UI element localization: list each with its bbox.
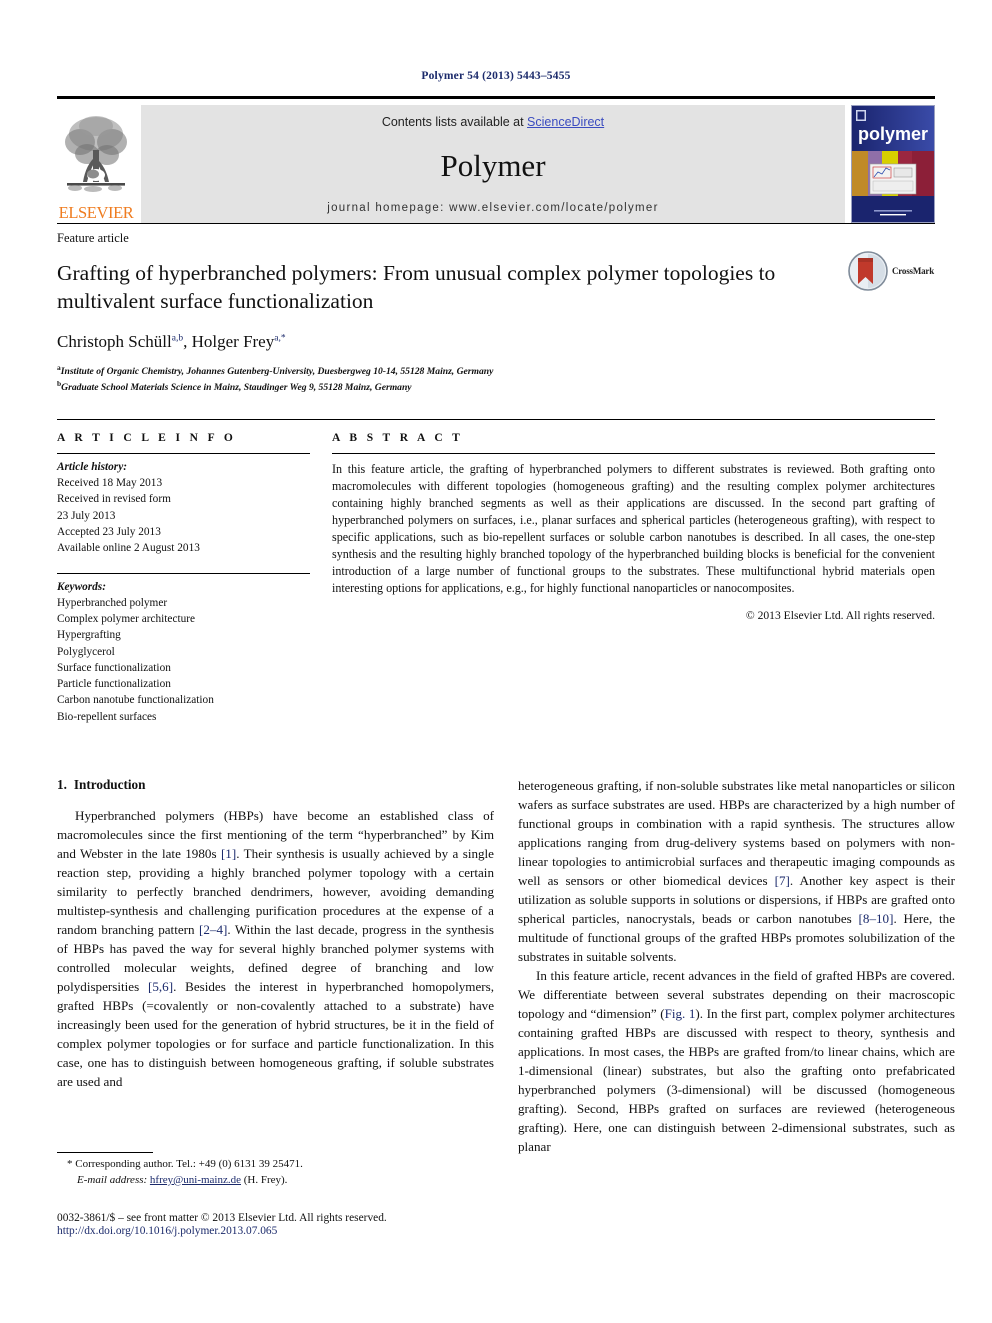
p-text: heterogeneous grafting, if non-soluble s… (518, 777, 955, 888)
email-link[interactable]: hfrey@uni-mainz.de (150, 1174, 241, 1186)
masthead-center-panel: Contents lists available at ScienceDirec… (141, 105, 845, 223)
section-title: Introduction (73, 776, 146, 792)
body-column-right: heterogeneous grafting, if non-soluble s… (518, 777, 955, 1157)
sciencedirect-link[interactable]: ScienceDirect (527, 115, 604, 129)
affiliation-list: aInstitute of Organic Chemistry, Johanne… (57, 363, 935, 395)
keyword-item: Particle functionalization (57, 678, 171, 691)
elsevier-logo: ELSEVIER (57, 105, 135, 223)
body-column-left: 1. Introduction Hyperbranched polymers (H… (57, 777, 494, 1157)
svg-text:polymer: polymer (858, 124, 928, 144)
section-heading-introduction: 1. Introduction (57, 777, 494, 793)
article-history-label: Article history: (57, 460, 127, 473)
p-text: ). In the first part, complex polymer ar… (518, 1005, 955, 1154)
footnote-area: * Corresponding author. Tel.: +49 (0) 61… (57, 1152, 494, 1188)
keywords-block: Keywords: Hyperbranched polymer Complex … (57, 574, 310, 725)
p-text: . Besides the interest in hyperbranched … (57, 978, 495, 1089)
keyword-item: Complex polymer architecture (57, 613, 196, 626)
elsevier-tree-icon (65, 115, 127, 192)
crossmark-label: CrossMark (892, 266, 935, 276)
journal-masthead: ELSEVIER Contents lists available at Sci… (57, 96, 935, 223)
body-section: 1. Introduction Hyperbranched polymers (H… (57, 777, 955, 1157)
email-label: E-mail address: (77, 1173, 148, 1186)
history-item: Received in revised form (57, 493, 171, 506)
journal-homepage-line[interactable]: journal homepage: www.elsevier.com/locat… (327, 202, 659, 214)
abstract-heading: A B S T R A C T (332, 431, 464, 444)
article-info-heading: A R T I C L E I N F O (57, 431, 237, 444)
abstract-copyright: © 2013 Elsevier Ltd. All rights reserved… (745, 609, 935, 623)
article-header: Feature article Grafting of hyperbranche… (57, 223, 935, 395)
journal-article-page: Polymer 54 (2013) 5443–5455 ELSEVIER Con… (0, 0, 992, 1323)
keyword-item: Polyglycerol (57, 645, 115, 658)
citation-ref[interactable]: [1] (221, 846, 236, 861)
section-number: 1. (57, 776, 67, 792)
corresponding-author-note: * Corresponding author. Tel.: +49 (0) 61… (57, 1157, 494, 1188)
journal-cover-thumbnail: polymer (851, 105, 935, 223)
info-abstract-section: A R T I C L E I N F O Article history: R… (57, 418, 935, 725)
affiliation-text-a: Institute of Organic Chemistry, Johannes… (60, 365, 494, 377)
abstract-text: In this feature article, the grafting of… (332, 461, 935, 596)
affiliation-b: bGraduate School Materials Science in Ma… (57, 379, 935, 395)
corresponding-author-line: * Corresponding author. Tel.: +49 (0) 61… (67, 1158, 303, 1170)
citation-ref[interactable]: [5,6] (148, 979, 173, 994)
keywords-label: Keywords: (57, 580, 106, 593)
abstract-column: A B S T R A C T In this feature article,… (332, 432, 935, 725)
article-history-block: Article history: Received 18 May 2013 Re… (57, 454, 310, 557)
article-info-column: A R T I C L E I N F O Article history: R… (57, 432, 310, 725)
citation-ref[interactable]: [7] (775, 873, 790, 888)
footer-area: 0032-3861/$ – see front matter © 2013 El… (57, 1212, 657, 1237)
author-name-2: Holger Frey (191, 331, 275, 351)
author-list: Christoph Schülla,b, Holger Freya,* (57, 331, 286, 351)
doi-link[interactable]: http://dx.doi.org/10.1016/j.polymer.2013… (57, 1225, 657, 1237)
citation-ref[interactable]: [8–10] (859, 911, 894, 926)
figure-ref[interactable]: Fig. 1 (665, 1006, 696, 1021)
crossmark-icon (848, 251, 888, 291)
keyword-item: Hyperbranched polymer (57, 596, 168, 609)
crossmark-badge[interactable]: CrossMark (847, 250, 935, 292)
affiliation-a: aInstitute of Organic Chemistry, Johanne… (57, 363, 935, 379)
page-title: Grafting of hyperbranched polymers: From… (57, 261, 776, 314)
issn-copyright-line: 0032-3861/$ – see front matter © 2013 El… (57, 1212, 387, 1224)
author-affil-marker-2: a,* (274, 333, 286, 344)
author-affil-marker-1: a,b (171, 333, 184, 344)
keyword-item: Carbon nanotube functionalization (57, 694, 214, 707)
elsevier-wordmark: ELSEVIER (58, 202, 134, 222)
history-item: 23 July 2013 (57, 509, 116, 522)
email-line: E-mail address: hfrey@uni-mainz.de (H. F… (57, 1173, 494, 1189)
history-item: Accepted 23 July 2013 (57, 526, 161, 538)
paragraph-intro-left: Hyperbranched polymers (HBPs) have becom… (57, 807, 494, 1092)
running-head: Polymer 54 (2013) 5443–5455 (421, 70, 571, 82)
contents-lists-line: Contents lists available at ScienceDirec… (382, 115, 604, 129)
keyword-item: Hypergrafting (57, 629, 121, 642)
email-suffix: (H. Frey). (241, 1173, 288, 1186)
citation-ref[interactable]: [2–4] (199, 922, 227, 937)
keyword-item: Bio-repellent surfaces (57, 710, 157, 723)
footnote-divider (57, 1152, 153, 1153)
author-name-1: Christoph Schüll (57, 331, 172, 351)
paragraph-intro-right-2: In this feature article, recent advances… (518, 967, 955, 1157)
paragraph-intro-right-cont: heterogeneous grafting, if non-soluble s… (518, 777, 955, 967)
history-item: Received 18 May 2013 (57, 477, 163, 490)
history-item: Available online 2 August 2013 (57, 542, 200, 555)
affiliation-text-b: Graduate School Materials Science in Mai… (61, 382, 412, 394)
contents-prefix-text: Contents lists available at (381, 115, 528, 129)
cover-artwork: polymer (852, 106, 934, 222)
journal-title: Polymer (440, 148, 546, 183)
article-type-label: Feature article (57, 231, 129, 245)
keyword-item: Surface functionalization (57, 661, 171, 674)
